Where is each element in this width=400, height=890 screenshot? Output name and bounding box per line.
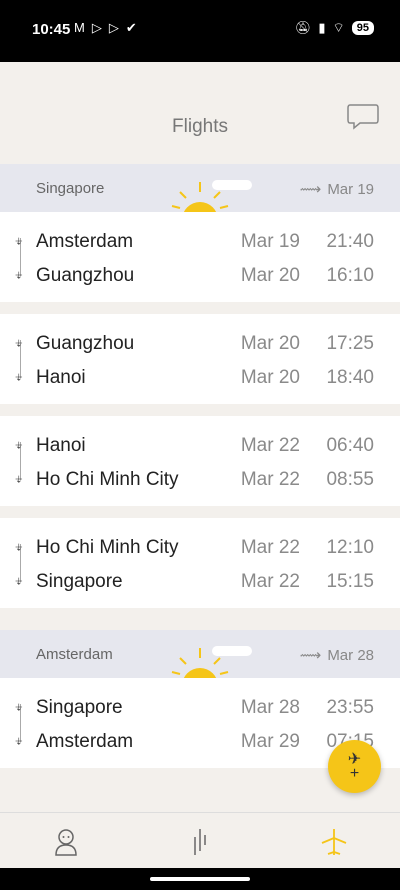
departure-city: Ho Chi Minh City (36, 537, 179, 558)
takeoff-icon: ⍖ (14, 437, 24, 454)
header: Flights (0, 62, 400, 164)
takeoff-icon: ⍖ (14, 335, 24, 352)
nav-flights[interactable] (314, 825, 354, 859)
departure-date: Mar 20 (240, 333, 300, 354)
arrival-date: Mar 22 (240, 469, 300, 490)
group-date-text: Mar 28 (327, 646, 374, 664)
departure-row: ⍖ Ho Chi Minh City Mar 22 12:10 (0, 531, 400, 565)
profile-icon (55, 829, 77, 856)
add-flight-button[interactable]: ✈ + (328, 740, 381, 793)
battery-icon: 95 (351, 21, 374, 35)
mute-icon: 🔕︎ (294, 20, 312, 35)
group-date-text: Mar 19 (327, 180, 374, 198)
plus-icon: + (349, 764, 360, 782)
status-bar: 10:45 M ▷ ▷ ✔ 🔕︎ ▮ ⌔ 95 (0, 0, 400, 62)
play-store-icon: ▷ (108, 20, 119, 35)
departure-time: 06:40 (326, 435, 374, 456)
takeoff-icon: ⍖ (14, 233, 24, 250)
arrival-city: Ho Chi Minh City (36, 469, 179, 490)
landing-icon: ⍖ (14, 471, 24, 488)
departure-time: 21:40 (326, 231, 374, 252)
trip-group-header[interactable]: Singapore ⟿ Mar 19 (0, 164, 400, 212)
departure-row: ⍖ Hanoi Mar 22 06:40 (0, 429, 400, 463)
group-destination: Singapore (36, 180, 105, 197)
arrival-date: Mar 29 (240, 731, 300, 752)
departure-row: ⍖ Singapore Mar 28 23:55 (0, 691, 400, 725)
arrival-row: ⍖ Guangzhou Mar 20 16:10 (0, 259, 400, 293)
cloud-icon (212, 646, 252, 656)
landing-icon: ⍖ (14, 573, 24, 590)
departure-city: Hanoi (36, 435, 86, 456)
group-date: ⟿ Mar 28 (299, 646, 374, 665)
departure-date: Mar 28 (240, 697, 300, 718)
nav-profile[interactable] (46, 825, 86, 859)
nav-stats[interactable] (180, 825, 220, 859)
arrival-time: 08:55 (326, 469, 374, 490)
home-bar (0, 868, 400, 890)
flight-card[interactable]: ⍖ Guangzhou Mar 20 17:25 ⍖ Hanoi Mar 20 … (0, 314, 400, 404)
signal-icon: ▮ (318, 20, 326, 35)
arrival-time: 18:40 (326, 367, 374, 388)
flight-card[interactable]: ⍖ Ho Chi Minh City Mar 22 12:10 ⍖ Singap… (0, 518, 400, 608)
arrival-date: Mar 20 (240, 367, 300, 388)
departure-city: Amsterdam (36, 231, 134, 252)
cloud-icon (212, 180, 252, 190)
group-destination: Amsterdam (36, 646, 113, 663)
takeoff-icon: ⍖ (14, 699, 24, 716)
arrival-row: ⍖ Ho Chi Minh City Mar 22 08:55 (0, 463, 400, 497)
play-icon: ▷ (91, 20, 102, 35)
departure-time: 23:55 (326, 697, 374, 718)
arrival-time: 15:15 (326, 571, 374, 592)
departure-time: 12:10 (326, 537, 374, 558)
landing-icon: ⍖ (14, 267, 24, 284)
takeoff-icon: ⍖ (14, 539, 24, 556)
system-icons: 🔕︎ ▮ ⌔ 95 (295, 20, 374, 36)
arrival-date: Mar 20 (240, 265, 300, 286)
arrival-date: Mar 22 (240, 571, 300, 592)
departure-date: Mar 22 (240, 537, 300, 558)
page-title: Flights (172, 116, 228, 137)
landing-icon: ⟿ (299, 647, 322, 664)
home-indicator[interactable] (150, 877, 250, 881)
bottom-nav (0, 812, 400, 868)
departure-date: Mar 19 (240, 231, 300, 252)
departure-city: Singapore (36, 697, 123, 718)
trip-group-header[interactable]: Amsterdam ⟿ Mar 28 (0, 630, 400, 678)
departure-city: Guangzhou (36, 333, 135, 354)
arrival-time: 16:10 (326, 265, 374, 286)
arrival-city: Singapore (36, 571, 123, 592)
arrival-city: Hanoi (36, 367, 86, 388)
notification-icons: M ▷ ▷ ✔ (74, 20, 137, 36)
gmail-icon: M (74, 20, 85, 35)
departure-date: Mar 22 (240, 435, 300, 456)
landing-icon: ⟿ (299, 181, 322, 198)
arrival-row: ⍖ Hanoi Mar 20 18:40 (0, 361, 400, 395)
landing-icon: ⍖ (14, 369, 24, 386)
stats-icon (194, 829, 206, 855)
departure-row: ⍖ Amsterdam Mar 19 21:40 (0, 225, 400, 259)
check-icon: ✔ (125, 20, 137, 35)
group-date: ⟿ Mar 19 (299, 180, 374, 199)
flight-card[interactable]: ⍖ Hanoi Mar 22 06:40 ⍖ Ho Chi Minh City … (0, 416, 400, 506)
arrival-city: Guangzhou (36, 265, 135, 286)
flight-card[interactable]: ⍖ Amsterdam Mar 19 21:40 ⍖ Guangzhou Mar… (0, 212, 400, 302)
departure-time: 17:25 (326, 333, 374, 354)
departure-row: ⍖ Guangzhou Mar 20 17:25 (0, 327, 400, 361)
wifi-icon: ⌔ (332, 20, 345, 35)
arrival-city: Amsterdam (36, 731, 134, 752)
landing-icon: ⍖ (14, 733, 24, 750)
arrival-row: ⍖ Singapore Mar 22 15:15 (0, 565, 400, 599)
status-time: 10:45 (32, 21, 71, 38)
airplane-icon (321, 829, 347, 855)
chat-icon[interactable] (346, 102, 380, 132)
